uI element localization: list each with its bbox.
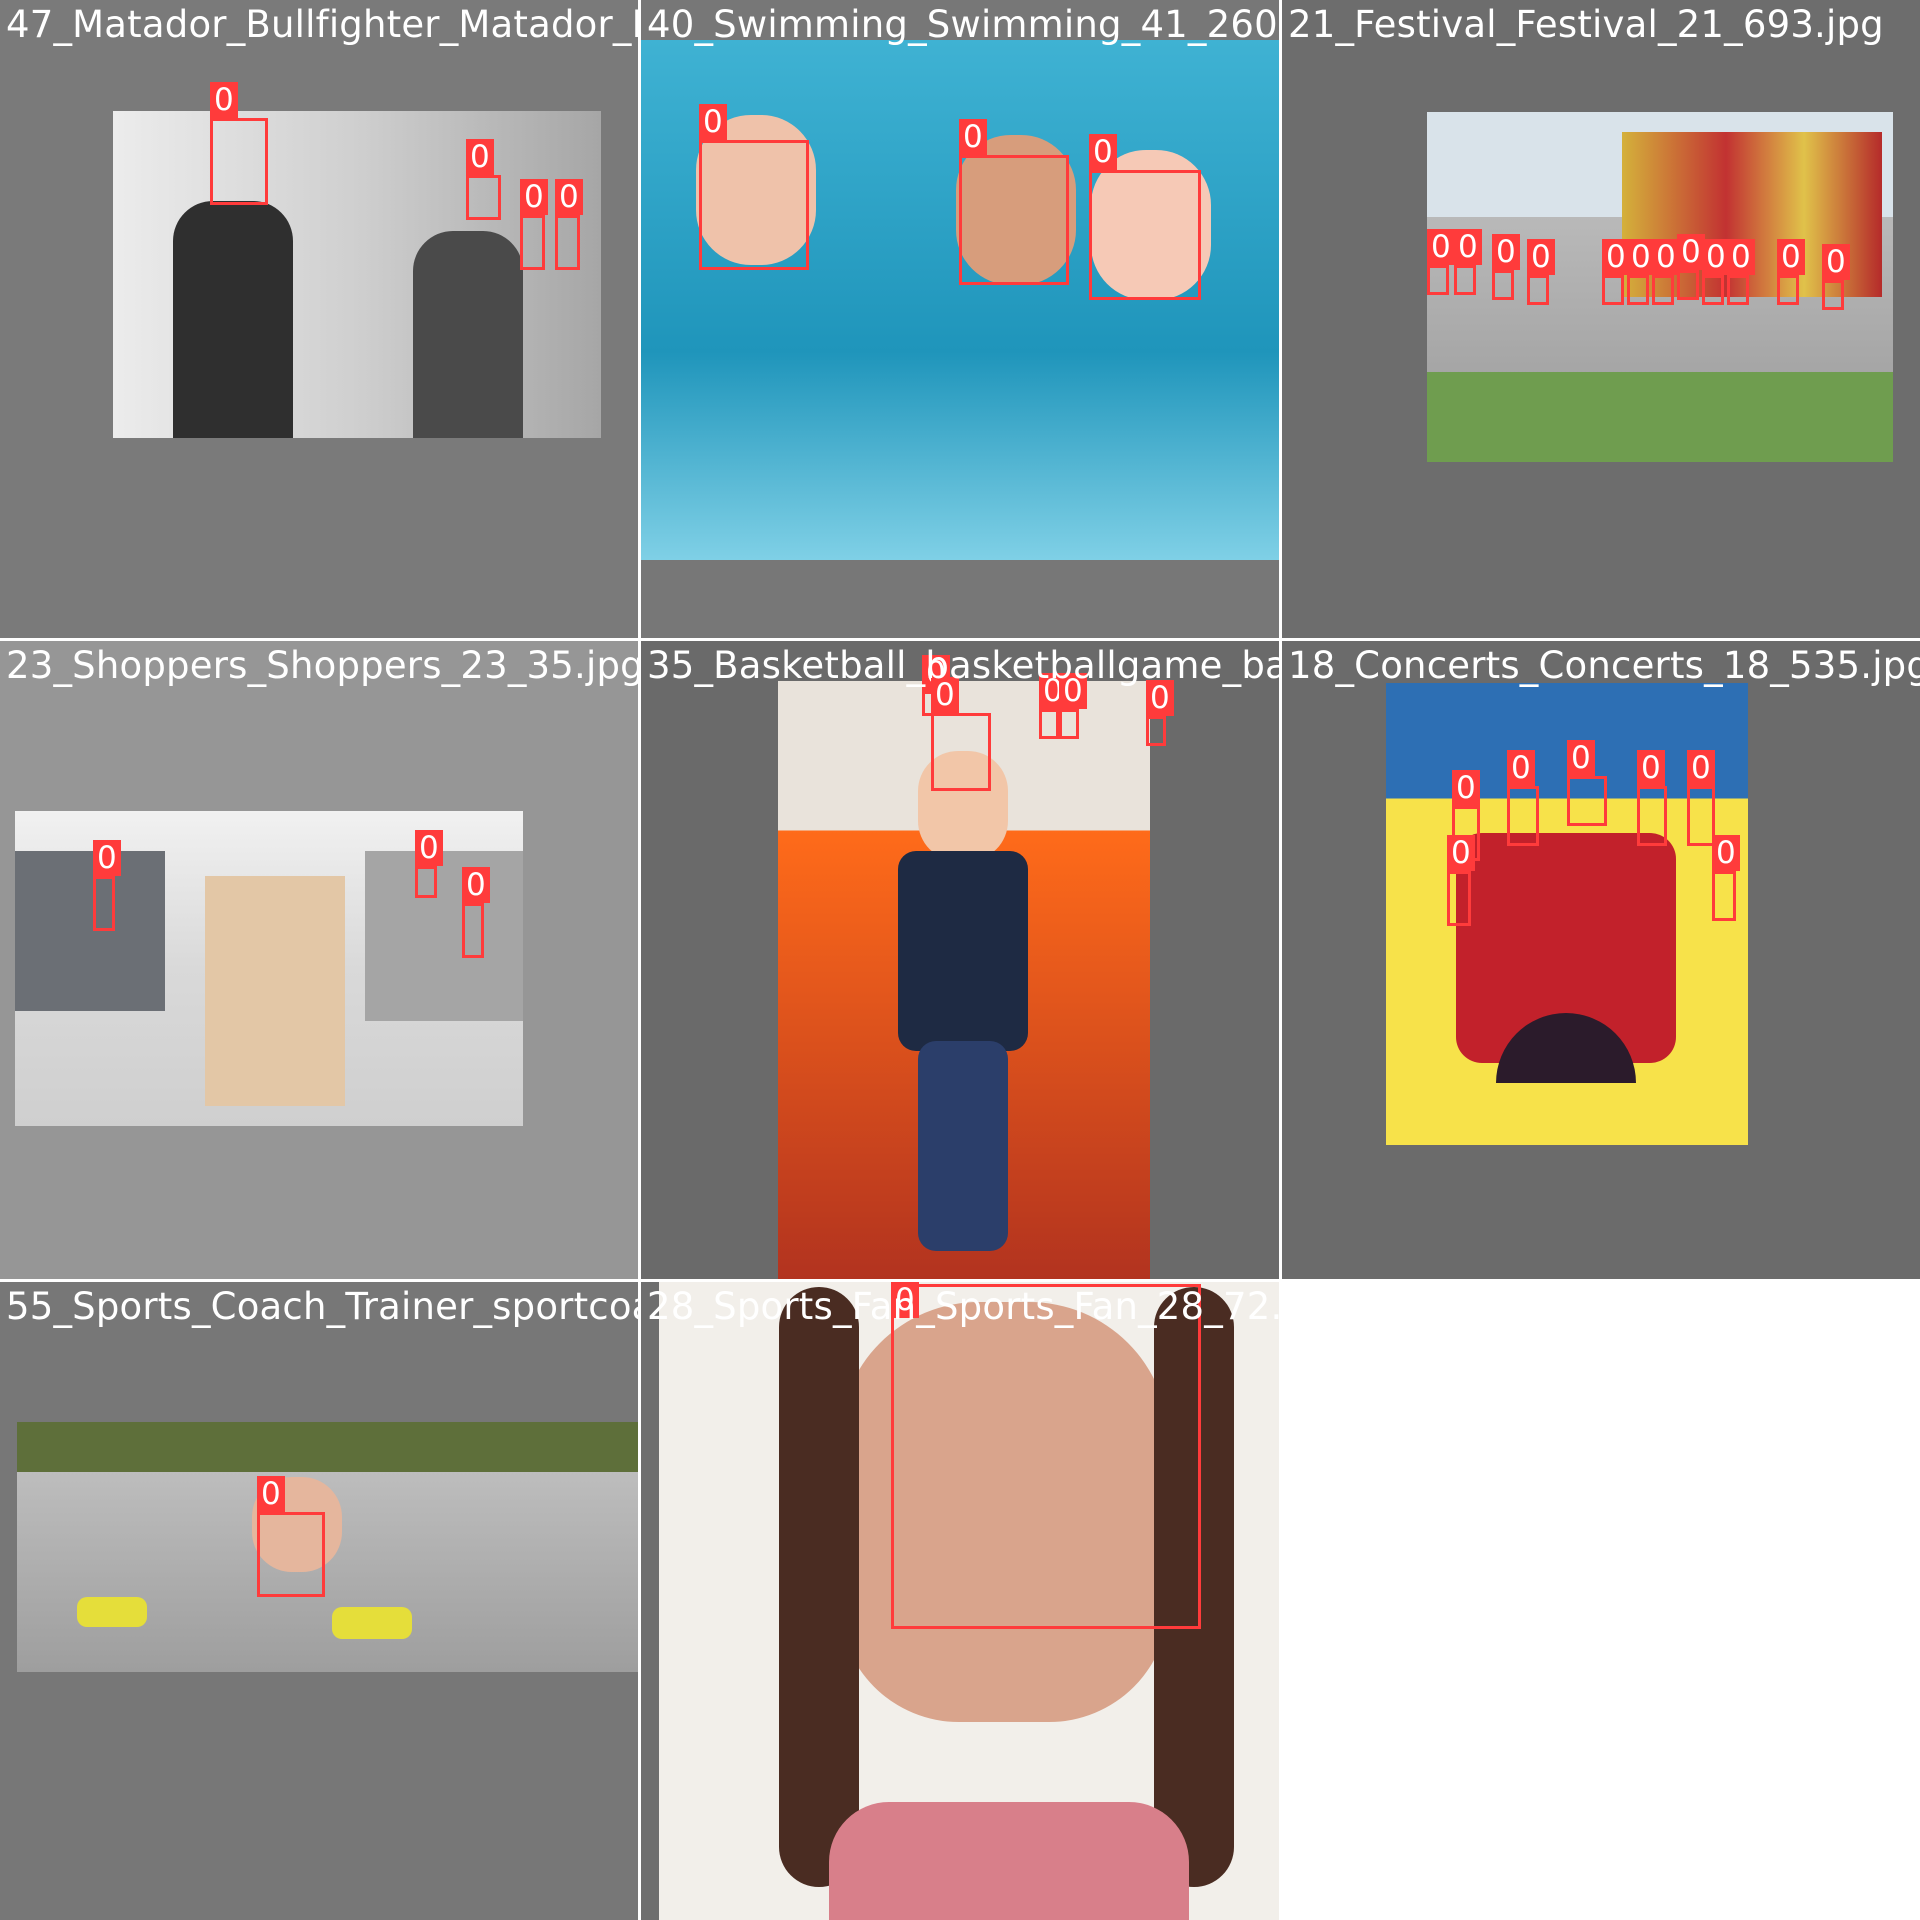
detection-box (210, 118, 268, 205)
detection-label: 0 (257, 1476, 285, 1512)
grid-tile-matador: 47_Matador_Bullfighter_Matador_Bullfight… (0, 0, 638, 638)
detection-label: 0 (520, 179, 548, 215)
detection-label: 0 (1452, 770, 1480, 806)
tile-filename: 23_Shoppers_Shoppers_23_35.jpg (6, 644, 638, 687)
detection-box (1652, 275, 1674, 305)
detection-box (1447, 871, 1471, 926)
detection-label: 0 (415, 830, 443, 866)
detection-box (1702, 275, 1724, 305)
detection-box (520, 215, 545, 270)
photo-matador (113, 111, 601, 438)
grid-tile-basketball: 35_Basketball_basketballgame_ball_35_460… (641, 641, 1279, 1279)
detection-box (257, 1512, 325, 1597)
detection-box (1712, 871, 1736, 921)
grid-tile-sports-fan: 28_Sports_Fan_Sports_Fan_28_72.jpg 0 (641, 1282, 1279, 1920)
detection-label: 0 (1702, 239, 1730, 275)
detection-label: 0 (1427, 229, 1455, 265)
grid-divider-vertical-1 (638, 0, 641, 1920)
detection-box (1677, 270, 1699, 300)
grid-tile-festival: 21_Festival_Festival_21_693.jpg 00000000… (1282, 0, 1920, 638)
detection-box (1507, 786, 1539, 846)
grid-tile-swimming: 40_Swimming_Swimming_41_260.jpg 0 0 0 (641, 0, 1279, 638)
detection-box (466, 175, 501, 220)
tile-filename: 47_Matador_Bullfighter_Matador_Bullfight… (6, 3, 638, 46)
tile-filename: 40_Swimming_Swimming_41_260.jpg (647, 3, 1279, 46)
detection-box (1777, 275, 1799, 305)
detection-label: 0 (1527, 239, 1555, 275)
detection-box (931, 713, 991, 791)
grid-tile-concerts: 18_Concerts_Concerts_18_535.jpg 0000000 (1282, 641, 1920, 1279)
detection-label: 0 (1677, 234, 1705, 270)
detection-box (1427, 265, 1449, 295)
grid-divider-horizontal-1 (0, 638, 1920, 641)
detection-box (1146, 716, 1166, 746)
tile-filename: 21_Festival_Festival_21_693.jpg (1288, 3, 1884, 46)
photo-shoppers (15, 811, 523, 1126)
tile-filename: 55_Sports_Coach_Trainer_sportcoaching_55 (6, 1285, 638, 1328)
detection-box (1727, 275, 1749, 305)
detection-label: 0 (699, 104, 727, 140)
detection-box (1492, 270, 1514, 300)
detection-label: 0 (462, 867, 490, 903)
tile-filename: 28_Sports_Fan_Sports_Fan_28_72.jpg (647, 1285, 1279, 1328)
detection-box (1059, 709, 1079, 739)
detection-label: 0 (466, 139, 494, 175)
detection-label: 0 (1822, 244, 1850, 280)
tile-filename: 18_Concerts_Concerts_18_535.jpg (1288, 644, 1920, 687)
detection-box (462, 903, 484, 958)
tile-filename: 35_Basketball_basketballgame_ball_35_460 (647, 644, 1279, 687)
detection-label: 0 (1567, 740, 1595, 776)
photo-climbing (17, 1422, 638, 1672)
detection-box (555, 215, 580, 270)
detection-box (959, 155, 1069, 285)
detection-box (1039, 709, 1059, 739)
detection-label: 0 (1454, 229, 1482, 265)
detection-box (1602, 275, 1624, 305)
detection-box (1089, 170, 1201, 300)
detection-label: 0 (1652, 239, 1680, 275)
detection-label: 0 (1712, 835, 1740, 871)
detection-label: 0 (93, 840, 121, 876)
grid-divider-horizontal-2 (0, 1279, 1920, 1282)
detection-box (1822, 280, 1844, 310)
detection-label: 0 (555, 179, 583, 215)
photo-swimming (641, 40, 1279, 560)
detection-box (699, 140, 809, 270)
detection-box (891, 1284, 1201, 1629)
detection-box (1454, 265, 1476, 295)
grid-tile-shoppers: 23_Shoppers_Shoppers_23_35.jpg 000 (0, 641, 638, 1279)
detection-box (93, 876, 115, 931)
detection-label: 0 (959, 119, 987, 155)
detection-label: 0 (1637, 750, 1665, 786)
detection-box (1527, 275, 1549, 305)
detection-label: 0 (1089, 134, 1117, 170)
detection-label: 0 (1727, 239, 1755, 275)
image-grid: 47_Matador_Bullfighter_Matador_Bullfight… (0, 0, 1920, 1920)
detection-label: 0 (1447, 835, 1475, 871)
detection-label: 0 (1492, 234, 1520, 270)
detection-label: 0 (1507, 750, 1535, 786)
detection-box (1627, 275, 1649, 305)
grid-tile-climbing: 55_Sports_Coach_Trainer_sportcoaching_55… (0, 1282, 638, 1920)
detection-label: 0 (1602, 239, 1630, 275)
detection-box (1567, 776, 1607, 826)
detection-label: 0 (1777, 239, 1805, 275)
detection-label: 0 (210, 82, 238, 118)
grid-divider-vertical-2 (1279, 0, 1282, 1920)
detection-label: 0 (1687, 750, 1715, 786)
detection-box (1637, 786, 1667, 846)
detection-box (415, 866, 437, 898)
detection-box (1687, 786, 1715, 846)
detection-label: 0 (1627, 239, 1655, 275)
